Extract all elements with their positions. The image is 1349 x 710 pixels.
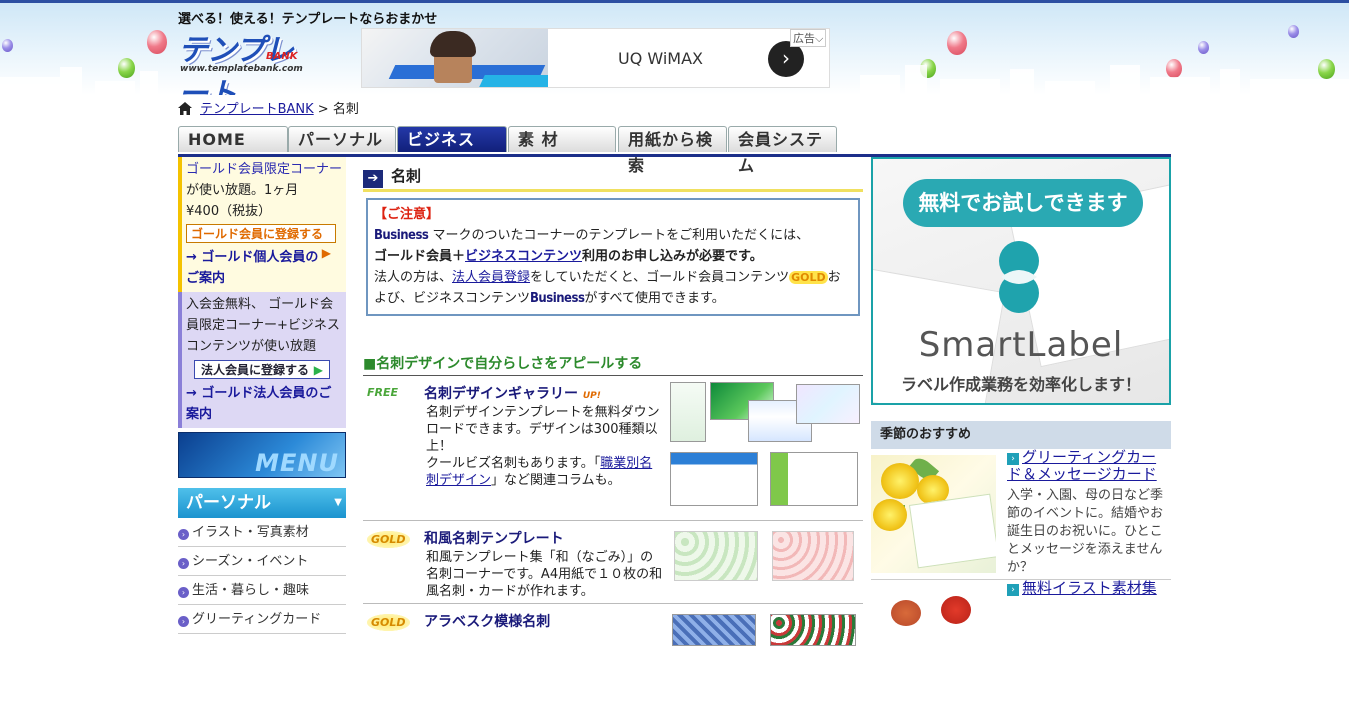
gold-mark: GOLD	[789, 271, 828, 284]
corp-box-text: 入会金無料、 ゴールド会員限定コーナー+ビジネスコンテンツが使い放題	[186, 297, 340, 354]
row-title-link[interactable]: 和風名刺テンプレート	[424, 528, 564, 548]
thumbnail-image[interactable]	[772, 531, 854, 581]
gold-register-button[interactable]: ゴールド会員に登録する ▶	[186, 224, 336, 260]
gold-member-box: ゴールド会員限定コーナー が使い放題。1ヶ月 ¥400（税抜） ゴールド会員に登…	[178, 157, 346, 292]
arrow-box-icon: ›	[1007, 453, 1019, 465]
season-description: 入学・入園、母の日など季節のイベントに。結婚やお誕生日のお祝いに。ひとことメッセ…	[1007, 488, 1164, 575]
row-description: 和風テンプレート集「和（なごみ）」の名刺コーナーです。A4用紙で１０枚の和風名刺…	[426, 550, 663, 599]
gold-box-line2: が使い放題。1ヶ月	[186, 183, 299, 198]
ad-label[interactable]: 広告⌵	[790, 29, 827, 47]
business-mark: Business	[374, 228, 429, 243]
tab-business[interactable]: ビジネス	[397, 126, 507, 152]
gold-box-price: ¥400（税抜）	[186, 204, 272, 219]
gold-personal-link[interactable]: → ゴールド個人会員のご案内	[186, 247, 343, 289]
balloon-decoration	[1288, 25, 1299, 38]
breadcrumb: テンプレートBANK > 名刺	[178, 98, 359, 117]
main-content: ➔ 名刺 【ご注意】 Business マークのついたコーナーのテンプレートをご利…	[363, 163, 863, 646]
thumbnail-image[interactable]	[670, 382, 706, 442]
page-title: ➔ 名刺	[363, 163, 863, 192]
smartlabel-banner[interactable]: 無料でお試しできます SmartLabel ラベル作成業務を効率化します！	[871, 157, 1171, 405]
season-image[interactable]	[871, 586, 996, 704]
list-item: FREE 名刺デザインギャラリー UP! 名刺デザインテンプレートを無料ダウンロ…	[363, 376, 863, 521]
list-item: GOLD 和風名刺テンプレート 和風テンプレート集「和（なごみ）」の名刺コーナー…	[363, 521, 863, 604]
notice-heading: 【ご注意】	[374, 207, 440, 222]
thumbnail-image[interactable]	[674, 531, 758, 581]
ad-banner[interactable]: UQ WiMAX › 広告⌵	[361, 28, 830, 88]
breadcrumb-home-link[interactable]: テンプレートBANK	[200, 102, 314, 117]
thumbnail-image[interactable]	[770, 452, 858, 506]
ad-image	[362, 29, 548, 87]
thumbnail-image[interactable]	[796, 384, 860, 424]
thumbnail-image[interactable]	[672, 614, 756, 646]
bullet-arrow-icon: ›	[178, 616, 189, 627]
banner-brand: SmartLabel	[918, 325, 1124, 365]
business-content-link[interactable]: ビジネスコンテンツ	[465, 249, 582, 264]
row-title-link[interactable]: アラベスク模様名刺	[424, 611, 550, 631]
balloon-decoration	[1198, 41, 1209, 54]
thumbnail-image[interactable]	[770, 614, 856, 646]
bullet-arrow-icon: ›	[178, 529, 189, 540]
row-title-link[interactable]: 名刺デザインギャラリー UP!	[424, 383, 601, 403]
row-description: 名刺デザインテンプレートを無料ダウンロードできます。デザインは300種類以上！ク…	[426, 405, 660, 488]
season-item: › 無料イラスト素材集	[871, 580, 1171, 710]
notice-box: 【ご注意】 Business マークのついたコーナーのテンプレートをご利用いただ…	[366, 198, 860, 316]
right-sidebar: 無料でお試しできます SmartLabel ラベル作成業務を効率化します！ 季節…	[871, 157, 1171, 710]
personal-menu-header[interactable]: パーソナル ▼	[178, 488, 346, 518]
gold-badge: GOLD	[367, 614, 410, 631]
free-badge: FREE	[367, 386, 399, 399]
chevron-down-icon: ▼	[334, 497, 342, 508]
gold-badge: GOLD	[367, 531, 410, 548]
banner-pill: 無料でお試しできます	[903, 179, 1143, 227]
season-header: 季節のおすすめ	[871, 421, 1171, 449]
personal-menu-item[interactable]: › シーズン・イベント	[178, 547, 346, 576]
home-icon	[178, 102, 192, 115]
season-title-link[interactable]: › 無料イラスト素材集	[1007, 580, 1171, 597]
balloon-decoration	[2, 39, 13, 52]
season-title-link[interactable]: › グリーティングカード＆メッセージカード	[1007, 449, 1171, 483]
tab-member-system[interactable]: 会員システム	[728, 126, 837, 175]
arrow-box-icon: ›	[1007, 584, 1019, 596]
tab-home[interactable]: HOME	[178, 126, 288, 152]
tab-materials[interactable]: 素 材	[508, 126, 616, 152]
tab-paper-search[interactable]: 用紙から検索	[618, 126, 727, 175]
site-header: 選べる！使える！テンプレートならおまかせ テンプレート BANK www.tem…	[0, 0, 1349, 95]
season-image[interactable]	[871, 455, 996, 573]
breadcrumb-current: 名刺	[332, 102, 359, 117]
corp-register-button[interactable]: 法人会員に登録する ▶	[194, 360, 330, 379]
personal-menu-item[interactable]: › 生活・暮らし・趣味	[178, 576, 346, 605]
ad-text: UQ WiMAX	[618, 49, 704, 68]
arrow-right-icon: ➔	[363, 170, 383, 188]
bullet-arrow-icon: ›	[178, 587, 189, 598]
corp-member-box: 入会金無料、 ゴールド会員限定コーナー+ビジネスコンテンツが使い放題 法人会員に…	[178, 292, 346, 428]
menu-banner[interactable]: MENU	[178, 432, 346, 478]
logo-bank-text: BANK	[266, 51, 298, 62]
tab-personal[interactable]: パーソナル	[288, 126, 396, 152]
corp-register-link[interactable]: 法人会員登録	[452, 270, 530, 285]
balloon-decoration	[147, 30, 167, 54]
season-item: › グリーティングカード＆メッセージカード 入学・入園、母の日など季節のイベントに…	[871, 449, 1171, 580]
balloon-decoration	[947, 31, 967, 55]
list-item: GOLD アラベスク模様名刺	[363, 604, 863, 646]
banner-subtitle: ラベル作成業務を効率化します！	[900, 375, 1141, 394]
smartlabel-logo-icon	[999, 241, 1039, 313]
left-sidebar: ゴールド会員限定コーナー が使い放題。1ヶ月 ¥400（税抜） ゴールド会員に登…	[178, 157, 346, 634]
bullet-arrow-icon: ›	[178, 558, 189, 569]
logo-url: www.templatebank.com	[180, 64, 303, 74]
personal-menu-item[interactable]: › イラスト・写真素材	[178, 518, 346, 547]
gold-corp-link[interactable]: → ゴールド法人会員のご案内	[186, 383, 343, 425]
site-logo[interactable]: テンプレート BANK www.templatebank.com	[178, 25, 308, 95]
section-heading: ■名刺デザインで自分らしさをアピールする	[363, 353, 863, 376]
gold-box-line1: ゴールド会員限定コーナー	[186, 162, 343, 177]
thumbnail-image[interactable]	[670, 452, 758, 506]
main-nav: HOME パーソナル ビジネス 素 材 用紙から検索 会員システム	[178, 126, 1171, 175]
